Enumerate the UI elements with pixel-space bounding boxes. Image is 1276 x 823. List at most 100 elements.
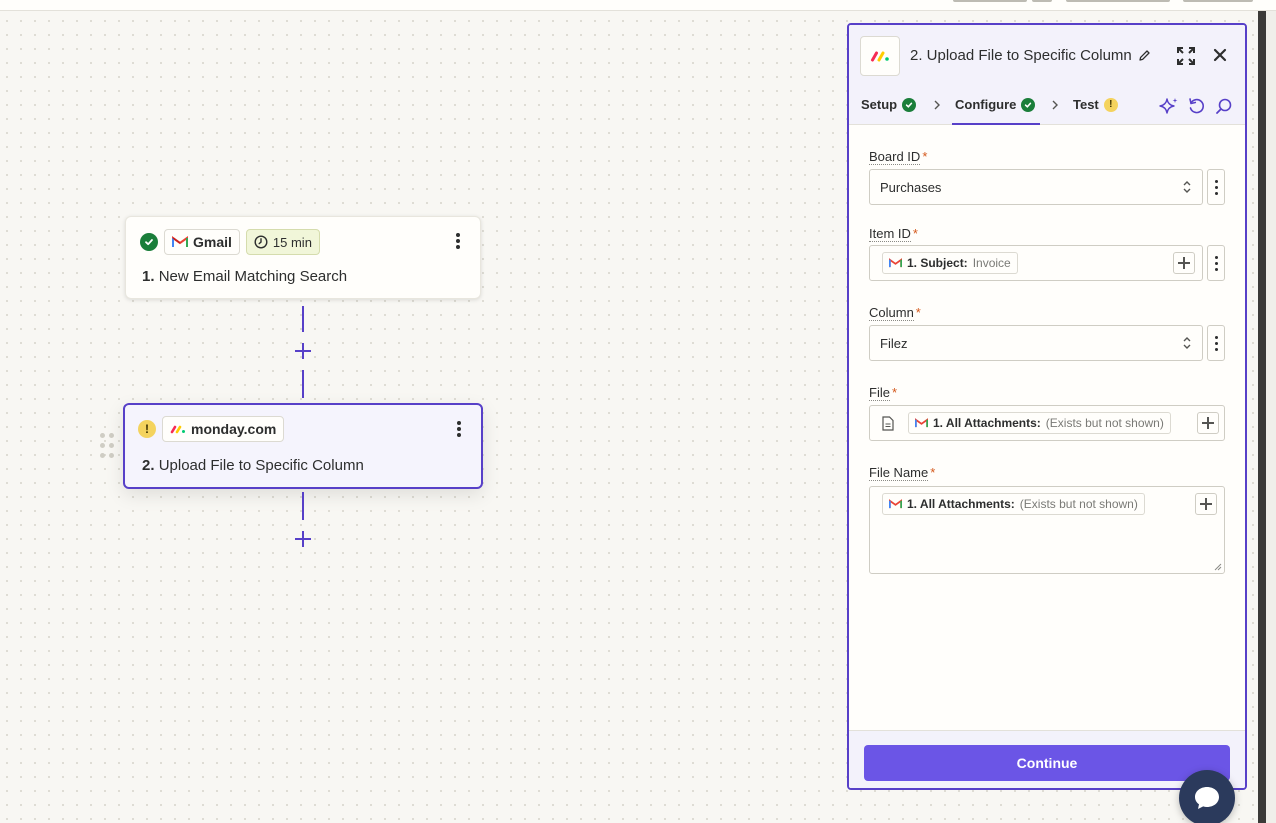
field-label-text: File Name xyxy=(869,465,929,481)
column-label: Column * xyxy=(869,305,921,321)
top-bar-button-stub[interactable] xyxy=(1032,0,1052,2)
app-chip-monday: monday.com xyxy=(162,416,285,442)
tab-label: Test xyxy=(1073,97,1099,112)
tab-setup[interactable]: Setup xyxy=(861,97,917,112)
chat-icon xyxy=(1195,787,1219,809)
mapped-field-pill[interactable]: 1. All Attachments: (Exists but not show… xyxy=(882,493,1145,515)
insert-data-button[interactable] xyxy=(1173,252,1195,274)
warning-icon: ! xyxy=(138,420,156,438)
panel-title[interactable]: 2. Upload File to Specific Column xyxy=(910,47,1132,64)
item-id-more-button[interactable] xyxy=(1207,245,1225,281)
app-name: monday.com xyxy=(191,421,277,437)
file-label: File * xyxy=(869,385,898,401)
step-title-text: New Email Matching Search xyxy=(158,268,348,285)
insert-data-button[interactable] xyxy=(1197,412,1219,434)
top-bar-button-stub[interactable] xyxy=(1066,0,1170,2)
pill-field-name: 1. Subject: xyxy=(907,256,968,270)
step-tabs: Setup Configure Test ! xyxy=(849,85,1245,125)
tab-test[interactable]: Test ! xyxy=(1073,97,1118,112)
step-title-text: Upload File to Specific Column xyxy=(158,457,364,474)
chevron-right-icon xyxy=(934,100,940,110)
pill-field-name: 1. All Attachments: xyxy=(907,497,1015,511)
gmail-icon xyxy=(915,418,928,428)
required-marker: * xyxy=(891,385,898,400)
panel-app-logo xyxy=(860,36,900,76)
connector-line xyxy=(302,492,304,520)
add-step-button[interactable] xyxy=(292,528,314,550)
tab-label: Configure xyxy=(955,97,1017,112)
step-title: 2. Upload File to Specific Column xyxy=(142,457,364,474)
interval-chip: 15 min xyxy=(245,229,320,255)
close-icon[interactable] xyxy=(1212,47,1228,63)
connector-line xyxy=(302,306,304,332)
step-number: 2. xyxy=(142,457,155,474)
sparkle-icon[interactable] xyxy=(1159,97,1179,115)
item-id-input[interactable]: 1. Subject: Invoice xyxy=(869,245,1203,281)
app-name: Gmail xyxy=(193,234,232,250)
mapped-field-pill[interactable]: 1. All Attachments: (Exists but not show… xyxy=(908,412,1171,434)
panel-header: 2. Upload File to Specific Column Setup … xyxy=(849,25,1245,125)
side-strip xyxy=(1258,11,1276,823)
gmail-icon xyxy=(172,236,188,247)
search-icon[interactable] xyxy=(1215,97,1233,115)
file-name-textarea[interactable]: 1. All Attachments: (Exists but not show… xyxy=(869,486,1225,574)
board-id-select[interactable]: Purchases xyxy=(869,169,1203,205)
step-node-header: Gmail 15 min xyxy=(140,229,320,255)
step-node-action[interactable]: ! monday.com 2. Upload File to Specific … xyxy=(123,403,483,489)
chevron-updown-icon xyxy=(1183,337,1191,349)
step-config-panel: 2. Upload File to Specific Column Setup … xyxy=(847,23,1247,790)
resize-handle-icon[interactable] xyxy=(1214,563,1222,571)
expand-icon[interactable] xyxy=(1176,46,1196,66)
gmail-icon xyxy=(889,258,902,268)
drag-handle-icon[interactable] xyxy=(100,433,114,459)
column-value: Filez xyxy=(880,335,908,351)
step-node-header: ! monday.com xyxy=(138,416,285,442)
check-circle-icon xyxy=(902,97,917,112)
field-label-text: Board ID xyxy=(869,149,921,165)
mapped-field-pill[interactable]: 1. Subject: Invoice xyxy=(882,252,1018,274)
required-marker: * xyxy=(930,465,936,480)
step-number: 1. xyxy=(142,268,155,285)
pill-field-value: (Exists but not shown) xyxy=(1019,497,1138,511)
pill-field-value: Invoice xyxy=(972,256,1011,270)
gmail-icon xyxy=(889,499,902,509)
tab-configure[interactable]: Configure xyxy=(951,97,1041,125)
connector-line xyxy=(302,370,304,398)
field-label-text: Item ID xyxy=(869,226,911,242)
monday-icon xyxy=(871,51,889,62)
app-chip-gmail: Gmail xyxy=(164,229,240,255)
pill-field-name: 1. All Attachments: xyxy=(933,416,1041,430)
continue-button[interactable]: Continue xyxy=(864,745,1230,781)
column-more-button[interactable] xyxy=(1207,325,1225,361)
clock-icon xyxy=(254,235,268,249)
chevron-right-icon xyxy=(1052,100,1058,110)
step-title: 1. New Email Matching Search xyxy=(142,268,347,285)
add-step-button[interactable] xyxy=(292,340,314,362)
tab-label: Setup xyxy=(861,97,898,112)
board-id-label: Board ID * xyxy=(869,149,928,165)
file-input[interactable]: 1. All Attachments: (Exists but not show… xyxy=(869,405,1225,441)
chevron-updown-icon xyxy=(1183,181,1191,193)
monday-icon xyxy=(170,425,185,434)
interval-text: 15 min xyxy=(272,234,312,250)
step-menu-button[interactable] xyxy=(454,231,462,251)
required-marker: * xyxy=(922,149,928,164)
file-name-label: File Name * xyxy=(869,465,936,481)
insert-data-button[interactable] xyxy=(1195,493,1217,515)
column-select[interactable]: Filez xyxy=(869,325,1203,361)
file-icon xyxy=(882,416,894,431)
required-marker: * xyxy=(912,226,918,241)
pencil-icon[interactable] xyxy=(1138,49,1151,62)
scroll-edge xyxy=(1258,11,1266,823)
step-node-trigger[interactable]: Gmail 15 min 1. New Email Matching Searc… xyxy=(125,216,481,299)
chat-support-button[interactable] xyxy=(1179,770,1235,823)
undo-icon[interactable] xyxy=(1187,97,1205,115)
board-id-value: Purchases xyxy=(880,179,942,195)
pill-field-value: (Exists but not shown) xyxy=(1045,416,1164,430)
board-id-more-button[interactable] xyxy=(1207,169,1225,205)
check-circle-icon xyxy=(1021,97,1036,112)
top-bar-button-stub[interactable] xyxy=(1183,0,1253,2)
field-label-text: Column xyxy=(869,305,914,321)
step-menu-button[interactable] xyxy=(455,419,463,439)
top-bar-button-stub[interactable] xyxy=(953,0,1027,2)
